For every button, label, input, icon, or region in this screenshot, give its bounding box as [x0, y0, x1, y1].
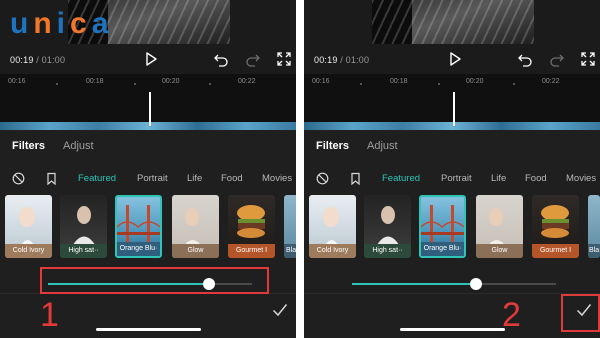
- filter-label: High sat··: [364, 244, 411, 258]
- logo-letter: n: [33, 7, 57, 40]
- step-number: 1: [40, 296, 59, 334]
- filter-thumbnail[interactable]: Bla: [284, 195, 296, 258]
- play-icon[interactable]: [447, 51, 463, 67]
- category-food[interactable]: Food: [221, 173, 243, 184]
- time-display: 00:19 / 01:00: [314, 55, 369, 65]
- play-icon[interactable]: [143, 51, 159, 67]
- timeline-ruler: 00:16 00:18 00:20 00:22: [304, 78, 600, 88]
- filter-thumbnail-selected[interactable]: Orange Blu·: [115, 195, 162, 258]
- filter-thumbnail[interactable]: Gourmet I: [532, 195, 579, 258]
- category-featured[interactable]: Featured: [382, 173, 420, 184]
- time-separator: /: [340, 55, 343, 65]
- undo-icon[interactable]: [213, 51, 229, 67]
- filter-thumbnail[interactable]: Glow: [172, 195, 219, 258]
- filter-thumbnail[interactable]: Gourmet I: [228, 195, 275, 258]
- filter-sheet: Filters Adjust Featured Portrait Life Fo…: [304, 130, 600, 338]
- filter-label: Cold Ivory: [309, 244, 356, 258]
- category-featured[interactable]: Featured: [78, 173, 116, 184]
- filter-thumbnail[interactable]: Glow: [476, 195, 523, 258]
- intensity-slider[interactable]: [352, 278, 556, 290]
- logo-letter: a: [91, 7, 114, 40]
- home-indicator: [400, 328, 505, 331]
- category-bar: Featured Portrait Life Food Movies: [304, 172, 600, 187]
- timeline[interactable]: 00:16 00:18 00:20 00:22: [0, 74, 296, 124]
- video-preview: [372, 0, 534, 44]
- filter-thumbnail-selected[interactable]: Orange Blu·: [419, 195, 466, 258]
- category-food[interactable]: Food: [525, 173, 547, 184]
- no-filter-icon[interactable]: [12, 172, 25, 185]
- total-time: 01:00: [345, 55, 370, 65]
- filter-thumbnail[interactable]: High sat··: [60, 195, 107, 258]
- unica-logo: unica: [10, 9, 113, 39]
- bookmark-icon[interactable]: [45, 172, 58, 185]
- filter-label: Orange Blu·: [117, 242, 160, 256]
- filter-label: Gourmet I: [532, 244, 579, 258]
- filter-label: Glow: [476, 244, 523, 258]
- filter-label: Glow: [172, 244, 219, 258]
- category-life[interactable]: Life: [491, 173, 506, 184]
- highlight-box-confirm: [561, 294, 600, 332]
- tab-adjust[interactable]: Adjust: [63, 140, 94, 152]
- undo-icon[interactable]: [517, 51, 533, 67]
- category-movies[interactable]: Movies: [262, 173, 292, 184]
- current-time: 00:19: [314, 55, 338, 65]
- highlight-box-slider: [40, 267, 269, 294]
- category-portrait[interactable]: Portrait: [441, 173, 472, 184]
- timeline-tick: 00:22: [542, 78, 560, 85]
- playhead[interactable]: [149, 92, 151, 126]
- redo-icon[interactable]: [549, 51, 565, 67]
- home-indicator: [96, 328, 201, 331]
- slider-fill: [352, 283, 477, 285]
- no-filter-icon[interactable]: [316, 172, 329, 185]
- filter-label: Bla: [284, 244, 296, 258]
- filter-thumbnail[interactable]: Cold Ivory: [5, 195, 52, 258]
- timeline-tick: 00:16: [8, 78, 26, 85]
- time-separator: /: [36, 55, 39, 65]
- divider: [304, 293, 600, 294]
- timeline-tick: 00:22: [238, 78, 256, 85]
- tab-filters[interactable]: Filters: [12, 140, 45, 152]
- editor-panel-step-2: 00:19 / 01:00 00:16 00:18 00:20 00:22 Fi…: [304, 0, 600, 338]
- filter-thumbnail[interactable]: Bla: [588, 195, 600, 258]
- step-number: 2: [502, 296, 521, 334]
- logo-letter: u: [10, 7, 34, 40]
- playhead[interactable]: [453, 92, 455, 126]
- filter-label: Orange Blu·: [421, 242, 464, 256]
- category-bar: Featured Portrait Life Food Movies: [0, 172, 296, 187]
- category-movies[interactable]: Movies: [566, 173, 596, 184]
- bookmark-icon[interactable]: [349, 172, 362, 185]
- filter-label: Bla: [588, 244, 600, 258]
- redo-icon[interactable]: [245, 51, 261, 67]
- category-portrait[interactable]: Portrait: [137, 173, 168, 184]
- fullscreen-icon[interactable]: [580, 51, 596, 67]
- tab-filters[interactable]: Filters: [316, 140, 349, 152]
- current-time: 00:19: [10, 55, 34, 65]
- timeline-tick: 00:16: [312, 78, 330, 85]
- timeline-tick: 00:20: [466, 78, 484, 85]
- total-time: 01:00: [41, 55, 66, 65]
- time-display: 00:19 / 01:00: [10, 55, 65, 65]
- category-life[interactable]: Life: [187, 173, 202, 184]
- filter-label: High sat··: [60, 244, 107, 258]
- editor-panel-step-1: 00:19 / 01:00 00:16 00:18 00:20 00:22 Fi…: [0, 0, 296, 338]
- filter-label: Cold Ivory: [5, 244, 52, 258]
- checkmark-icon[interactable]: [272, 303, 288, 317]
- filter-thumbnail[interactable]: High sat··: [364, 195, 411, 258]
- filter-thumbnail[interactable]: Cold Ivory: [309, 195, 356, 258]
- logo-letter: i: [56, 7, 70, 40]
- filter-label: Gourmet I: [228, 244, 275, 258]
- slider-knob[interactable]: [470, 278, 483, 290]
- timeline-tick: 00:20: [162, 78, 180, 85]
- logo-letter: c: [70, 7, 92, 40]
- timeline-ruler: 00:16 00:18 00:20 00:22: [0, 78, 296, 88]
- tab-adjust[interactable]: Adjust: [367, 140, 398, 152]
- timeline-tick: 00:18: [390, 78, 408, 85]
- fullscreen-icon[interactable]: [276, 51, 292, 67]
- timeline-tick: 00:18: [86, 78, 104, 85]
- timeline[interactable]: 00:16 00:18 00:20 00:22: [304, 74, 600, 124]
